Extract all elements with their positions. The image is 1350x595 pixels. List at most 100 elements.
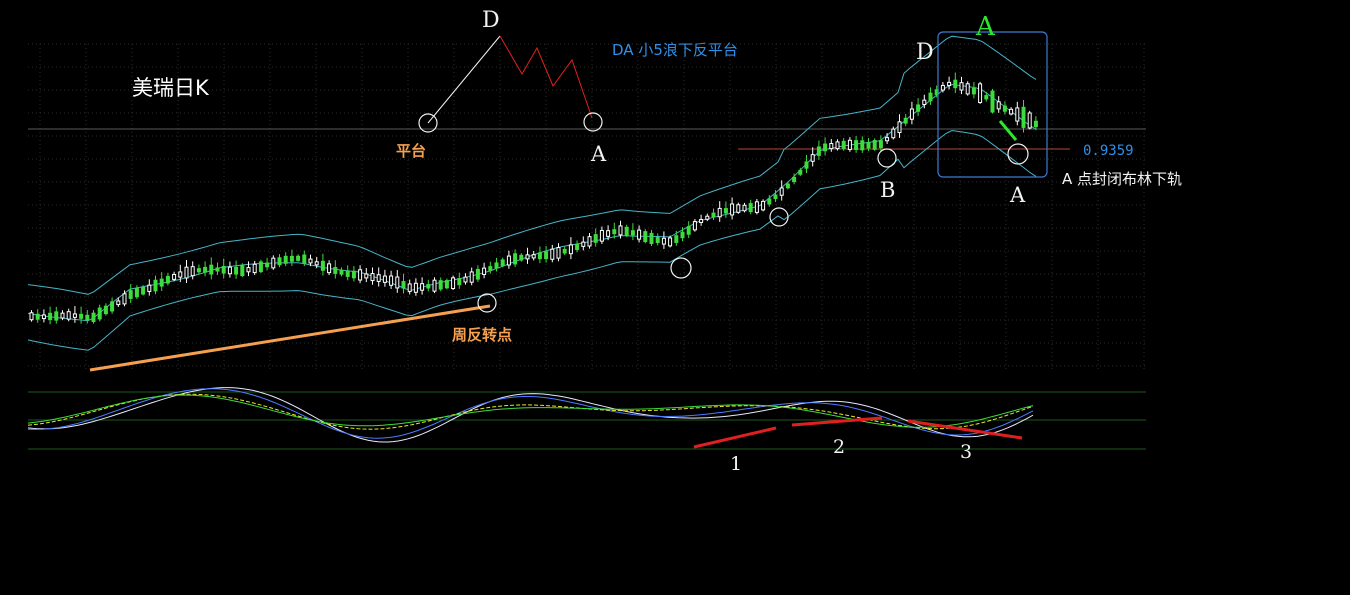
candle-body bbox=[85, 314, 90, 321]
candle-body bbox=[110, 301, 115, 312]
candle-body bbox=[1033, 120, 1038, 128]
candle-body bbox=[333, 267, 338, 274]
candle-body bbox=[705, 215, 710, 220]
candle-body bbox=[451, 277, 456, 290]
candle-body bbox=[444, 280, 449, 289]
candle-body bbox=[41, 314, 46, 320]
candle-body bbox=[655, 237, 660, 244]
candle-body bbox=[606, 230, 611, 237]
candle-body bbox=[804, 161, 809, 169]
candle-body bbox=[575, 243, 580, 251]
candle-body bbox=[767, 198, 772, 205]
candle-body bbox=[723, 208, 728, 214]
sketch-caption: DA 小5浪下反平台 bbox=[612, 41, 738, 59]
candle-body bbox=[847, 139, 852, 151]
candle-body bbox=[289, 255, 294, 262]
candle-body bbox=[854, 140, 859, 151]
candle-body bbox=[909, 108, 914, 120]
circle-pullback bbox=[670, 257, 692, 279]
candle-body bbox=[79, 313, 84, 319]
weekly-reversal-label: 周反转点 bbox=[452, 326, 513, 344]
osc-line-d bbox=[27, 388, 1034, 439]
candle-body bbox=[829, 143, 834, 150]
candle-body bbox=[172, 273, 177, 280]
candle-body bbox=[506, 255, 511, 266]
candle-body bbox=[420, 283, 425, 291]
candle-body bbox=[624, 226, 629, 236]
candle-body bbox=[178, 271, 183, 278]
candle-body bbox=[866, 142, 871, 149]
candle-body bbox=[252, 263, 257, 274]
candle-body bbox=[265, 262, 270, 268]
candle-body bbox=[66, 311, 71, 320]
candle-body bbox=[351, 270, 356, 279]
candle-body bbox=[649, 232, 654, 244]
candle-body bbox=[599, 229, 604, 242]
candle-body bbox=[54, 311, 59, 321]
candle-body bbox=[159, 278, 164, 287]
candle-body bbox=[395, 276, 400, 289]
candle-body bbox=[246, 267, 251, 273]
candle-body bbox=[165, 275, 170, 284]
label-d: D bbox=[916, 40, 934, 65]
candle-body bbox=[457, 278, 462, 286]
candle-body bbox=[823, 143, 828, 152]
candle-body bbox=[116, 300, 121, 306]
candle-body bbox=[773, 194, 778, 200]
candle-body bbox=[978, 83, 983, 103]
candle-body bbox=[513, 253, 518, 265]
candle-body bbox=[426, 284, 431, 289]
candle-body bbox=[29, 312, 34, 321]
candle-body bbox=[488, 266, 493, 271]
divergence-line-1 bbox=[693, 426, 777, 449]
candle-body bbox=[258, 261, 263, 273]
candle-body bbox=[97, 307, 102, 320]
candle-body bbox=[903, 117, 908, 124]
candle-body bbox=[562, 248, 567, 254]
candle-body bbox=[959, 82, 964, 91]
candle-body bbox=[519, 254, 524, 261]
candle-body bbox=[196, 268, 201, 273]
candle-body bbox=[699, 218, 704, 223]
candle-body bbox=[283, 255, 288, 264]
candle-body bbox=[302, 254, 307, 264]
candle-body bbox=[227, 266, 232, 275]
candle-body bbox=[128, 290, 133, 299]
osc-line-k bbox=[27, 387, 1034, 443]
candle-body bbox=[965, 83, 970, 95]
candle-body bbox=[1027, 112, 1032, 129]
candle-body bbox=[153, 279, 158, 292]
candle-body bbox=[730, 203, 735, 216]
candle-body bbox=[798, 169, 803, 175]
divergence-label-2: 2 bbox=[833, 436, 846, 458]
circle-weekly-reversal bbox=[477, 293, 497, 313]
candle-body bbox=[692, 221, 697, 231]
candle-body bbox=[748, 203, 753, 213]
candle-body bbox=[922, 99, 927, 106]
label-b: B bbox=[880, 178, 896, 202]
candle-body bbox=[240, 264, 245, 277]
candle-body bbox=[742, 204, 747, 212]
bollinger-lower bbox=[27, 129, 1037, 351]
candle-body bbox=[432, 279, 437, 292]
candle-body bbox=[376, 274, 381, 282]
weekly-trend-line bbox=[89, 304, 491, 372]
candle-body bbox=[971, 87, 976, 95]
oscillator-panel bbox=[27, 387, 1034, 443]
candle-body bbox=[537, 252, 542, 260]
candle-body bbox=[556, 247, 561, 259]
candle-body bbox=[308, 258, 313, 264]
candle-body bbox=[792, 176, 797, 183]
candle-body bbox=[475, 268, 480, 280]
candle-body bbox=[277, 257, 282, 266]
candle-body bbox=[947, 81, 952, 86]
divergence-line-3 bbox=[907, 419, 1023, 440]
candle-body bbox=[860, 140, 865, 151]
candle-body bbox=[413, 282, 418, 293]
candle-body bbox=[401, 281, 406, 289]
candle-body bbox=[209, 264, 214, 275]
candle-body bbox=[339, 269, 344, 275]
price-level-label: 0.9359 bbox=[1083, 143, 1134, 159]
divergence-line-2 bbox=[791, 416, 883, 427]
candle-body bbox=[531, 254, 536, 259]
